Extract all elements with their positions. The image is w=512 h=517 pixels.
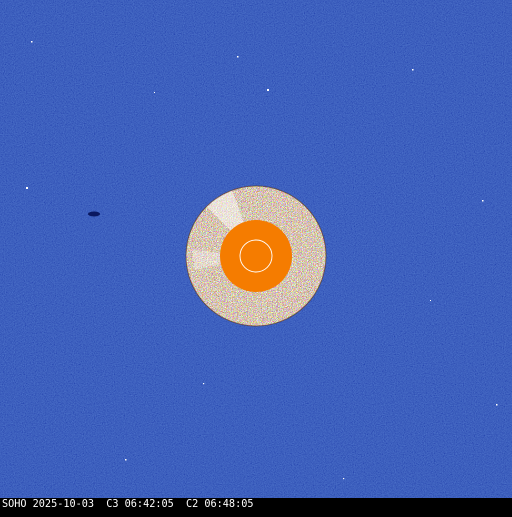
coronagraph-image bbox=[0, 0, 512, 512]
dark-blob bbox=[88, 211, 100, 217]
coronagraph-svg bbox=[0, 0, 512, 498]
caption-text: SOHO 2025-10-03 C3 06:42:05 C2 06:48:05 bbox=[2, 499, 254, 510]
occulter-disk bbox=[220, 220, 292, 292]
caption-bar: SOHO 2025-10-03 C3 06:42:05 C2 06:48:05 bbox=[0, 498, 512, 512]
